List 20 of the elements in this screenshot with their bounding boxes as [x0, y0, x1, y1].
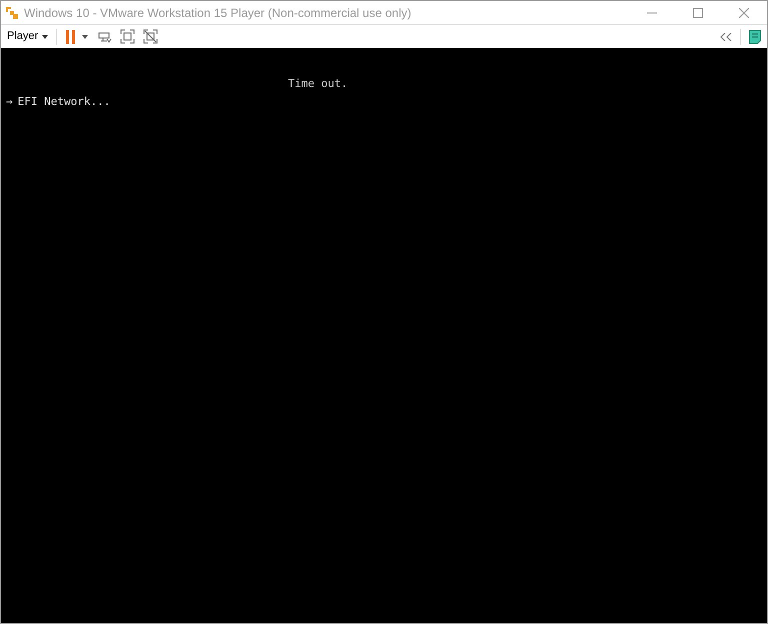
caret-icon [82, 34, 88, 38]
fullscreen-button[interactable] [120, 29, 136, 44]
collapse-button[interactable] [720, 32, 732, 40]
crossed-window-icon [143, 29, 158, 44]
selection-arrow: → [6, 94, 13, 110]
caret-icon [42, 34, 48, 38]
note-icon [749, 30, 761, 44]
maximize-icon [693, 8, 703, 18]
pause-dropdown[interactable] [82, 34, 88, 38]
boot-option[interactable]: EFI Network... [18, 94, 110, 110]
close-icon [739, 8, 749, 18]
timeout-message: Time out. [288, 77, 348, 90]
pause-icon [65, 30, 78, 44]
app-icon [5, 6, 19, 20]
notes-button[interactable] [749, 30, 761, 44]
unity-button[interactable] [143, 29, 158, 44]
double-chevron-icon [720, 32, 732, 40]
player-menu[interactable]: Player [7, 28, 48, 45]
fullscreen-icon [120, 29, 136, 44]
window-title: Windows 10 - VMware Workstation 15 Player (Non-commercial use only) [24, 4, 412, 22]
